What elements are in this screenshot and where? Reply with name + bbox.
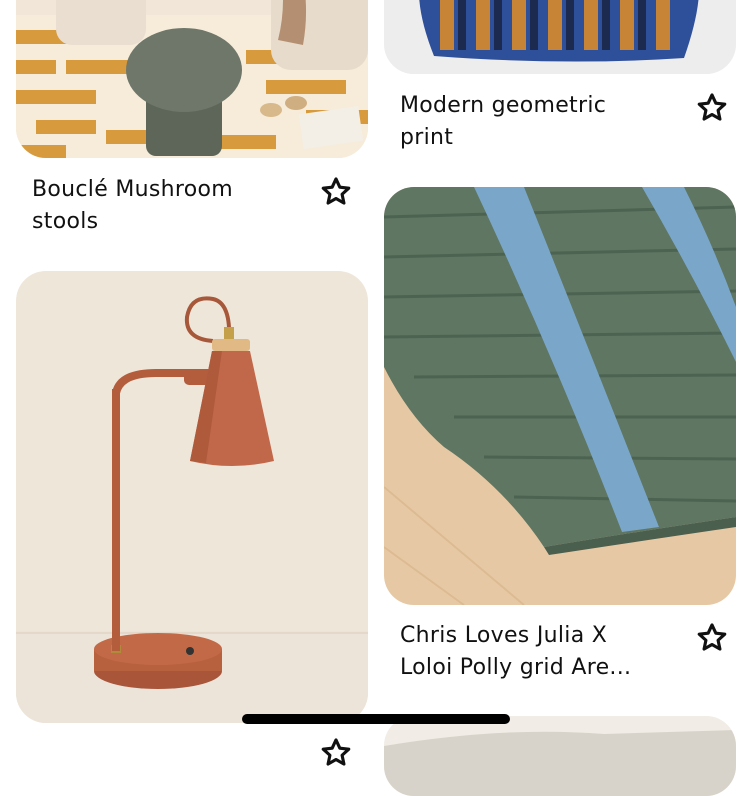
pin-title-line-1: Modern geometric: [400, 93, 607, 118]
star-icon[interactable]: [319, 175, 353, 209]
star-icon[interactable]: [695, 621, 729, 655]
pin-title-line-1: Bouclé Mushroom: [32, 177, 233, 202]
pin-title-line-2: Loloi Polly grid Are...: [400, 655, 632, 680]
pin-title-line-1: Chris Loves Julia X: [400, 623, 608, 648]
pin-image-mushroom-stools[interactable]: [16, 0, 368, 158]
home-indicator[interactable]: [242, 714, 510, 724]
pin-image-next[interactable]: [384, 716, 736, 796]
pin-image-geometric-print[interactable]: [384, 0, 736, 74]
pin-title-line-2: stools: [32, 209, 99, 234]
pin-title-geometric-print[interactable]: Modern geometric print: [400, 90, 680, 154]
pin-title-mushroom-stools[interactable]: Bouclé Mushroom stools: [32, 174, 312, 238]
star-icon[interactable]: [319, 736, 353, 770]
pin-title-line-2: print: [400, 125, 454, 150]
pin-image-polly-grid-rug[interactable]: [384, 187, 736, 605]
pin-title-polly-grid-rug[interactable]: Chris Loves Julia X Loloi Polly grid Are…: [400, 620, 690, 684]
star-icon[interactable]: [695, 91, 729, 125]
pin-image-desk-lamp[interactable]: [16, 271, 368, 723]
